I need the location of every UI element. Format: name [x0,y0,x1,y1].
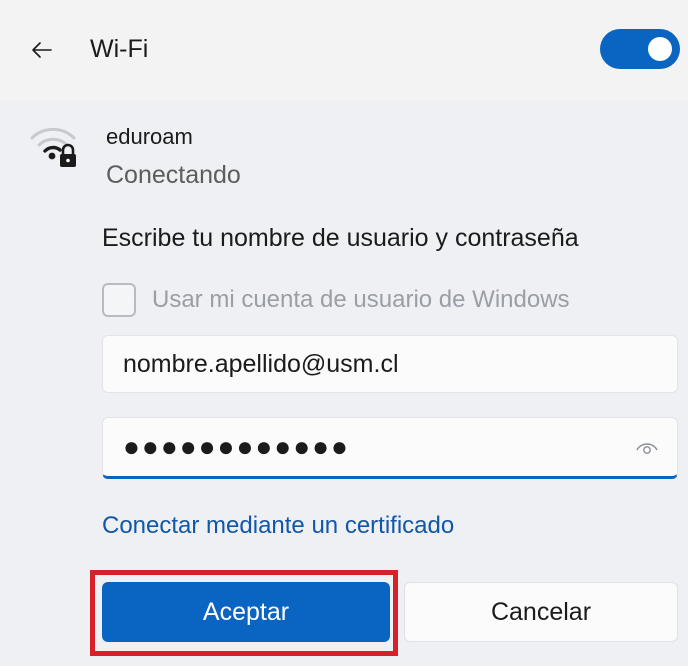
wifi-flyout: Wi-Fi eduroam Conectando Escribe tu nomb… [0,0,688,666]
password-field[interactable]: ●●●●●●●●●●●● [102,417,678,479]
password-value: ●●●●●●●●●●●● [123,431,350,462]
wifi-secured-icon [30,127,76,167]
accept-button[interactable]: Aceptar [102,582,390,642]
wifi-header: Wi-Fi [0,0,688,100]
username-field[interactable]: nombre.apellido@usm.cl [102,335,678,393]
use-windows-account-option: Usar mi cuenta de usuario de Windows [102,280,570,320]
certificate-link[interactable]: Conectar mediante un certificado [102,509,454,543]
use-windows-account-checkbox[interactable] [102,283,136,317]
back-button[interactable] [22,30,62,70]
network-item-eduroam: eduroam Conectando Escribe tu nombre de … [0,100,688,666]
toggle-knob [648,37,672,61]
use-windows-account-label: Usar mi cuenta de usuario de Windows [152,286,570,313]
cancel-button[interactable]: Cancelar [404,582,678,642]
wifi-toggle[interactable] [600,29,680,69]
credentials-prompt: Escribe tu nombre de usuario y contraseñ… [102,224,579,252]
username-value: nombre.apellido@usm.cl [123,350,399,378]
arrow-left-icon [32,42,52,58]
network-name: eduroam [106,124,193,149]
eye-icon[interactable] [635,436,659,460]
page-title: Wi-Fi [90,35,149,63]
network-status: Conectando [106,161,241,189]
